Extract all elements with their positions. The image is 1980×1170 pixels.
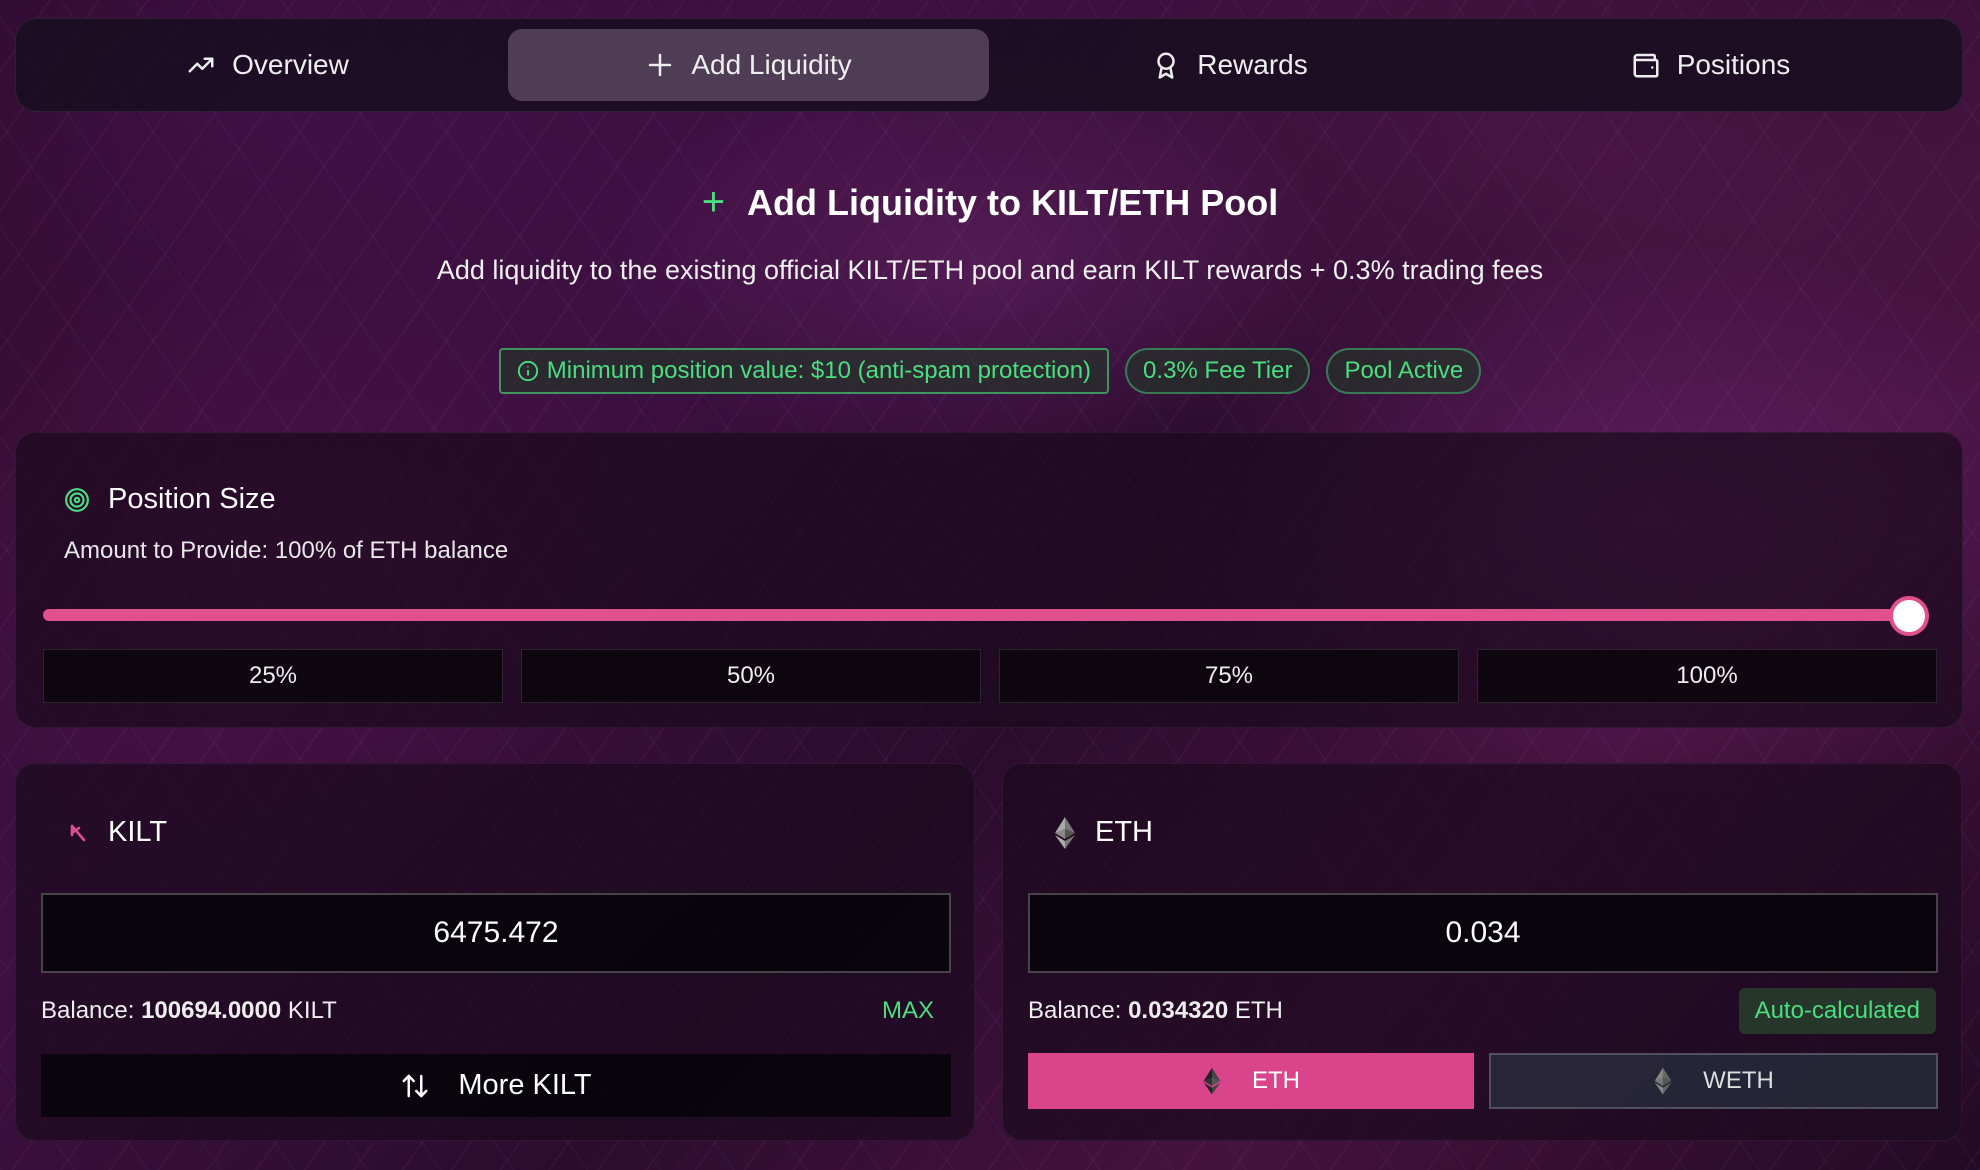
kilt-amount-input[interactable]: [41, 893, 951, 973]
tab-label: Overview: [232, 49, 349, 80]
weth-option-label: WETH: [1703, 1067, 1774, 1094]
more-kilt-label: More KILT: [458, 1069, 592, 1101]
kilt-header: KILT: [66, 816, 167, 849]
preset-100-button[interactable]: 100%: [1477, 649, 1937, 703]
balance-unit: ETH: [1234, 997, 1283, 1024]
kilt-token-label: KILT: [108, 816, 168, 848]
award-icon: [1157, 52, 1175, 79]
eth-balance-value: 0.034320: [1128, 997, 1229, 1024]
position-slider-track[interactable]: [43, 609, 1923, 621]
eth-amount-input[interactable]: [1028, 893, 1938, 973]
tab-label: Positions: [1676, 49, 1791, 80]
fee-tier-badge: 0.3% Fee Tier: [1125, 348, 1311, 394]
eth-header: ETH: [1053, 816, 1153, 849]
trending-up-icon: [188, 57, 214, 73]
balance-label: Balance:: [41, 997, 135, 1024]
preset-75-button[interactable]: 75%: [999, 649, 1459, 703]
pool-status-badge: Pool Active: [1326, 348, 1482, 394]
more-kilt-button[interactable]: More KILT: [41, 1054, 951, 1117]
eth-balance: Balance: 0.034320 ETH: [1028, 997, 1283, 1025]
tab-label: Rewards: [1197, 49, 1308, 80]
tab-overview[interactable]: Overview: [27, 29, 508, 101]
eth-token-label: ETH: [1095, 816, 1153, 848]
amount-to-provide-text: Amount to Provide: 100% of ETH balance: [64, 537, 509, 564]
auto-calculated-badge: Auto-calculated: [1738, 988, 1936, 1034]
position-size-title: Position Size: [64, 483, 276, 516]
select-eth-button[interactable]: ETH: [1028, 1053, 1474, 1109]
page-subtitle: Add liquidity to the existing official K…: [436, 255, 1544, 285]
preset-50-button[interactable]: 50%: [521, 649, 981, 703]
position-slider-thumb[interactable]: [1889, 596, 1929, 636]
tab-add-liquidity[interactable]: Add Liquidity: [508, 29, 989, 101]
preset-25-button[interactable]: 25%: [43, 649, 503, 703]
min-value-badge: Minimum position value: $10 (anti-spam p…: [498, 348, 1110, 394]
page-title: + Add Liquidity to KILT/ETH Pool: [0, 180, 1980, 225]
tab-positions[interactable]: Positions: [1470, 29, 1951, 101]
page-title-text: Add Liquidity to KILT/ETH Pool: [747, 181, 1279, 223]
percent-presets: 25% 50% 75% 100%: [43, 649, 1937, 703]
kilt-token-card: KILT Balance: 100694.0000 KILT MAX More …: [15, 763, 975, 1141]
eth-token-card: ETH Balance: 0.034320 ETH Auto-calculate…: [1002, 763, 1962, 1141]
position-size-card: Position Size Amount to Provide: 100% of…: [15, 432, 1963, 728]
kilt-balance-value: 100694.0000: [141, 997, 282, 1024]
ethereum-icon: [1203, 1067, 1221, 1095]
plus-icon: +: [701, 180, 726, 224]
badge-row: Minimum position value: $10 (anti-spam p…: [0, 348, 1980, 394]
ethereum-icon: [1654, 1067, 1672, 1095]
max-button[interactable]: MAX: [882, 997, 934, 1025]
kilt-logo-icon: [70, 824, 86, 841]
target-icon: [65, 487, 89, 512]
balance-unit: KILT: [287, 997, 337, 1024]
swap-vertical-icon: [402, 1074, 428, 1097]
info-icon: [517, 360, 538, 382]
tab-label: Add Liquidity: [691, 49, 852, 80]
wallet-icon: [1633, 53, 1659, 78]
plus-icon: [649, 53, 672, 77]
min-value-text: Minimum position value: $10 (anti-spam p…: [546, 357, 1092, 384]
balance-label: Balance:: [1028, 997, 1122, 1024]
eth-option-label: ETH: [1252, 1067, 1300, 1094]
top-navigation: Overview Add Liquidity Rewards Positions: [15, 18, 1963, 112]
ethereum-icon: [1055, 816, 1075, 849]
position-size-label: Position Size: [108, 483, 276, 515]
select-weth-button[interactable]: WETH: [1489, 1053, 1938, 1109]
kilt-balance: Balance: 100694.0000 KILT: [41, 997, 337, 1025]
tab-rewards[interactable]: Rewards: [989, 29, 1470, 101]
